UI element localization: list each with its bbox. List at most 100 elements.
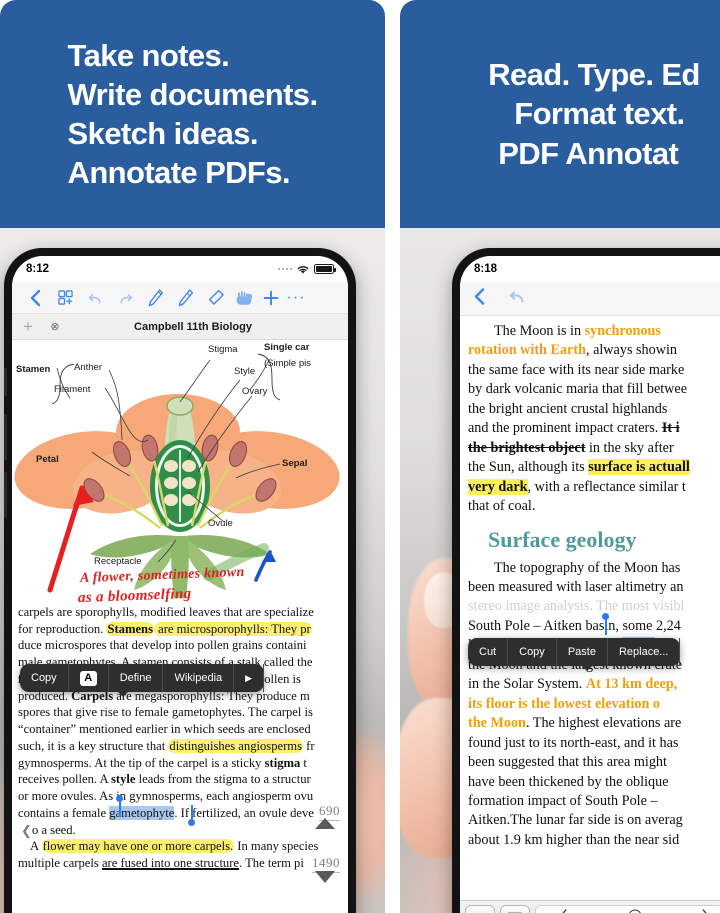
eraser-icon[interactable] <box>200 288 230 307</box>
back-icon[interactable] <box>20 289 50 307</box>
banner-line: Sketch ideas. <box>67 116 259 151</box>
pen-icon[interactable] <box>140 288 170 308</box>
text-line: in the Solar System. At 13 km deep, <box>468 676 678 693</box>
banner-line: Take notes. <box>67 37 230 73</box>
promo-panel-right: Read. Type. Ed Format text. PDF Annotat … <box>400 0 720 913</box>
text-line: the Moon. The highest elevations are <box>468 715 682 732</box>
text-line: spores that give rise to female gametoph… <box>18 705 313 720</box>
keyboard-expand-button[interactable] <box>500 905 530 913</box>
page-slider-thumb[interactable] <box>628 909 641 913</box>
text-line: that of coal. <box>468 498 536 515</box>
menu-item-format[interactable]: A <box>69 664 109 692</box>
wifi-icon <box>297 265 309 274</box>
menu-item-define[interactable]: Define <box>109 664 164 692</box>
back-icon[interactable] <box>472 287 486 311</box>
banner-line: PDF Annotat <box>498 135 679 171</box>
scroll-marker-icon <box>315 818 335 829</box>
more-icon[interactable]: ··· <box>284 289 308 307</box>
section-heading: Surface geology <box>488 526 637 552</box>
text-line: very dark, with a reflectance similar t <box>468 478 686 495</box>
undo-icon[interactable] <box>508 288 527 309</box>
text-line: ❮ o a seed. <box>21 822 76 839</box>
editor-toolbar-left: ··· <box>12 282 348 314</box>
figure-label-petal: Petal <box>36 454 59 465</box>
figure-label-receptacle: Receptacle <box>94 556 142 567</box>
hand-icon[interactable] <box>230 288 258 307</box>
new-tab-button[interactable]: + <box>12 317 44 337</box>
text-line: or more ovules. As in gymnosperms, each … <box>18 789 314 804</box>
bottom-toolbar-right <box>460 900 720 913</box>
figure-label-filament: Filament <box>54 384 91 395</box>
document-page-right[interactable]: The Moon is in synchronous rotation with… <box>460 316 720 913</box>
banner-line: Annotate PDFs. <box>67 155 291 191</box>
page-navigation-bar[interactable] <box>535 905 720 913</box>
promo-panel-left: Take notes. Write documents. Sketch idea… <box>0 0 385 913</box>
phone-device-left: 8:12 ··· + ⊗ Campbell 11th Biology Stame… <box>4 248 356 913</box>
flower-diagram <box>14 353 340 598</box>
menu-item-copy[interactable]: Copy <box>508 638 557 666</box>
document-title: Campbell 11th Biology <box>134 320 252 333</box>
text-line: about 1.9 km higher than the near sid <box>468 831 680 848</box>
figure-label-style: Style <box>234 366 256 377</box>
document-page-left[interactable]: Stamen Anther Filament Stigma Style Ovar… <box>12 340 348 913</box>
document-body-text-left[interactable]: carpels are sporophylls, modified leaves… <box>12 602 348 883</box>
page-number: 690 <box>319 803 340 822</box>
close-tab-icon[interactable]: ⊗ <box>44 320 66 333</box>
text-context-menu-right[interactable]: Cut Copy Paste Replace... <box>468 638 681 671</box>
banner-line: Format text. <box>514 96 685 132</box>
scroll-down-button[interactable] <box>601 910 618 913</box>
banner-line: Write documents. <box>67 76 319 112</box>
editor-toolbar-right <box>460 282 720 316</box>
text-context-menu-left[interactable]: Copy A Define Wikipedia ▶ <box>20 664 265 697</box>
menu-item-more[interactable]: ▶ <box>234 664 265 692</box>
selection-bar-start <box>119 798 121 817</box>
text-line: contains a female gametophyte. If fertil… <box>18 794 342 826</box>
status-time: 8:12 <box>26 263 50 275</box>
grid-plus-icon[interactable] <box>50 290 80 305</box>
menu-item-paste[interactable]: Paste <box>557 638 608 666</box>
text-line: been suggested that this area might <box>468 754 667 771</box>
menu-item-cut[interactable]: Cut <box>468 638 509 666</box>
text-line: such, it is a key structure that disting… <box>18 738 315 753</box>
scroll-up-button[interactable] <box>651 910 668 913</box>
flower-anatomy-figure: Stamen Anther Filament Stigma Style Ovar… <box>12 340 348 602</box>
selection-bar-start <box>605 617 607 635</box>
figure-label-ovary: Ovary <box>242 386 268 397</box>
text-line: multiple carpels are fused into one stru… <box>18 856 304 871</box>
status-bar-right: 8:18 <box>460 256 720 282</box>
context-menu-arrow <box>116 691 129 697</box>
redo-icon[interactable] <box>110 291 140 305</box>
status-bar-left: 8:12 <box>12 256 348 282</box>
context-menu-arrow <box>580 665 593 671</box>
text-line: Aitken.The lunar far side is on averag <box>468 812 683 829</box>
text-line: found just to its north-east, and it has <box>468 734 679 751</box>
text-line: the same face with its near side marke <box>468 361 685 378</box>
keyboard-collapse-button[interactable] <box>465 905 495 913</box>
highlighter-icon[interactable] <box>170 288 200 308</box>
text-line: The topography of the Moon has <box>494 559 681 576</box>
figure-label-stigma: Stigma <box>208 344 238 355</box>
bookmark-marker-icon <box>315 871 335 883</box>
status-time: 8:18 <box>474 263 498 275</box>
figure-label-ovule: Ovule <box>208 518 233 529</box>
phone-screen-right: 8:18 The Moon is in synchronous rotation… <box>460 256 720 913</box>
menu-item-wikipedia[interactable]: Wikipedia <box>163 664 235 692</box>
promo-banner-left: Take notes. Write documents. Sketch idea… <box>0 0 385 228</box>
text-line: South Pole – Aitken basin, some 2,24 <box>468 612 720 636</box>
prev-page-chevron-icon[interactable]: ❮ <box>21 822 32 839</box>
phone-device-right: 8:18 The Moon is in synchronous rotation… <box>452 248 720 913</box>
text-line: formation impact of South Pole – <box>468 792 658 809</box>
menu-item-copy[interactable]: Copy <box>20 664 69 692</box>
text-line: the brightest object in the sky after <box>468 439 674 456</box>
text-line: gymnosperms. At the tip of the carpel is… <box>18 755 307 770</box>
document-body-text-right-2[interactable]: The topography of the Moon has been meas… <box>460 557 720 851</box>
text-line: the Sun, although its surface is actuall <box>468 459 690 476</box>
undo-icon[interactable] <box>80 291 110 305</box>
document-body-text-right[interactable]: The Moon is in synchronous rotation with… <box>460 316 720 517</box>
menu-item-replace[interactable]: Replace... <box>608 638 681 666</box>
next-page-button[interactable] <box>701 908 711 913</box>
prev-page-button[interactable] <box>558 908 568 913</box>
figure-label-sepal: Sepal <box>282 458 308 469</box>
text-line: been measured with laser altimetry an <box>468 578 684 595</box>
add-icon[interactable] <box>258 290 284 306</box>
